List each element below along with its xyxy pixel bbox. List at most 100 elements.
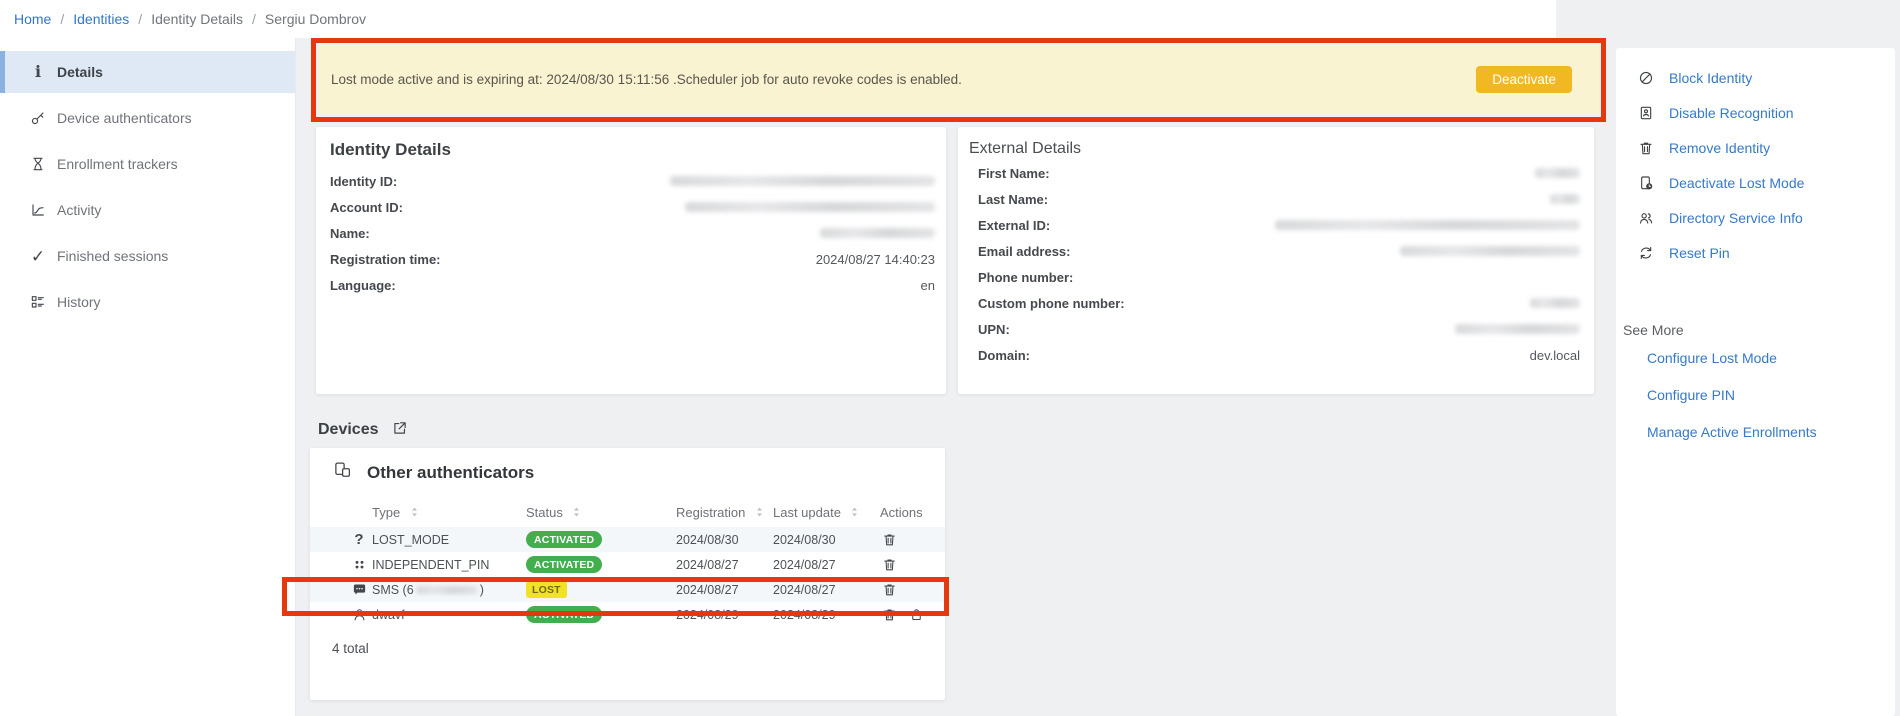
authenticator-type-text: INDEPENDENT_PIN (372, 558, 489, 572)
authenticator-status-cell: ACTIVATED (526, 556, 676, 573)
key-icon (29, 109, 47, 127)
field-label: Name: (330, 226, 370, 241)
sidebar-item-details[interactable]: iDetails (0, 51, 295, 93)
see-more-link-manage-active-enrollments[interactable]: Manage Active Enrollments (1616, 424, 1895, 440)
authenticator-actions (880, 531, 931, 549)
breadcrumb-item-home[interactable]: Home (14, 11, 51, 27)
column-header-label: Type (372, 505, 400, 520)
sidebar-item-activity[interactable]: Activity (0, 189, 295, 231)
identity-field-account-id: Account ID: (330, 194, 935, 220)
status-badge: LOST (526, 581, 567, 598)
identity-actions-panel: Block IdentityDisable RecognitionRemove … (1616, 48, 1895, 716)
authenticator-row-independent-pin[interactable]: INDEPENDENT_PIN ACTIVATED 2024/08/272024/0… (310, 552, 945, 577)
trash-icon (1637, 139, 1655, 157)
block-icon (1637, 69, 1655, 87)
sidebar-nav: iDetailsDevice authenticators Enrollment … (0, 51, 295, 323)
lock-icon[interactable] (907, 606, 925, 624)
see-more-links: Configure Lost Mode Configure PIN Manage A… (1616, 350, 1895, 440)
redacted-value (1400, 246, 1580, 256)
sidebar-item-enrollment-trackers[interactable]: Enrollment trackers (0, 143, 295, 185)
authenticators-table-header: Type Status RegistrationLast updateActions (310, 497, 945, 527)
identity-details-title: Identity Details (330, 140, 935, 160)
field-value: en (921, 278, 935, 293)
sidebar-item-device-authenticators[interactable]: Device authenticators (0, 97, 295, 139)
field-label: First Name: (978, 166, 1050, 181)
column-header-status[interactable]: Status (526, 503, 676, 521)
phone-clock-icon (1637, 174, 1655, 192)
sidebar-item-label: Finished sessions (57, 248, 168, 264)
sidebar-item-label: Activity (57, 202, 101, 218)
redacted-value (416, 586, 478, 594)
field-value: dev.local (1530, 348, 1580, 363)
redacted-value (1275, 220, 1580, 230)
authenticator-last-update-date: 2024/08/27 (773, 558, 880, 572)
hourglass-icon (29, 155, 47, 173)
column-header-registration[interactable]: Registration (676, 503, 773, 521)
field-label: Custom phone number: (978, 296, 1125, 311)
see-more-link-configure-lost-mode[interactable]: Configure Lost Mode (1616, 350, 1895, 366)
field-label: Identity ID: (330, 174, 397, 189)
action-link-label: Reset Pin (1669, 245, 1730, 261)
see-more-link-configure-pin[interactable]: Configure PIN (1616, 387, 1895, 403)
trash-icon[interactable] (880, 531, 898, 549)
left-sidebar: iDetailsDevice authenticators Enrollment … (0, 38, 296, 716)
external-link-icon[interactable] (391, 419, 409, 437)
authenticator-status-cell: ACTIVATED (526, 606, 676, 623)
action-link-disable-recognition[interactable]: Disable Recognition (1616, 95, 1895, 130)
column-header-last-update[interactable]: Last update (773, 503, 880, 521)
status-badge: ACTIVATED (526, 556, 602, 573)
lost-mode-banner-message: Lost mode active and is expiring at: 202… (331, 72, 962, 87)
checkmark-icon: ✓ (29, 247, 47, 265)
devices-icon (334, 461, 352, 479)
sort-icon[interactable] (846, 503, 864, 521)
external-field-external-id: External ID: (969, 212, 1580, 238)
sidebar-item-label: Enrollment trackers (57, 156, 178, 172)
authenticator-row-dwavf[interactable]: dwavfACTIVATED2024/08/292024/08/29 (310, 602, 945, 627)
field-label: Registration time: (330, 252, 441, 267)
deactivate-button[interactable]: Deactivate (1476, 66, 1572, 93)
authenticator-registration-date: 2024/08/27 (676, 558, 773, 572)
field-label: Email address: (978, 244, 1071, 259)
other-authenticators-card: Other authenticators TypeStatusRegistrat… (310, 448, 945, 700)
sort-icon[interactable] (405, 503, 423, 521)
sort-icon[interactable] (750, 503, 768, 521)
action-link-reset-pin[interactable]: Reset Pin (1616, 235, 1895, 270)
see-more-heading: See More (1616, 322, 1895, 338)
external-field-email-address: Email address: (969, 238, 1580, 264)
external-details-fields: First Name: Last Name: External ID: Email a… (969, 160, 1580, 368)
history-list-icon (29, 293, 47, 311)
action-link-deactivate-lost-mode[interactable]: Deactivate Lost Mode (1616, 165, 1895, 200)
trash-icon[interactable] (880, 606, 898, 624)
column-header-type[interactable]: Type (372, 503, 526, 521)
sort-icon[interactable] (568, 503, 586, 521)
authenticators-total: 4 total (310, 641, 945, 656)
action-link-remove-identity[interactable]: Remove Identity (1616, 130, 1895, 165)
identity-field-registration-time: Registration time:2024/08/27 14:40:23 (330, 246, 935, 272)
authenticator-row-lost-mode[interactable]: ?LOST_MODEACTIVATED2024/08/302024/08/30 (310, 527, 945, 552)
breadcrumb-item-identities[interactable]: Identities (73, 11, 129, 27)
breadcrumb-item-sergiu-dombrov: Sergiu Dombrov (265, 11, 366, 27)
authenticator-row-sms-6[interactable]: SMS (6)LOST2024/08/272024/08/27 (310, 577, 945, 602)
person-icon (350, 606, 368, 624)
breadcrumb-item-identity-details: Identity Details (151, 11, 243, 27)
authenticator-type-suffix: ) (480, 583, 484, 597)
authenticator-last-update-date: 2024/08/30 (773, 533, 880, 547)
column-header-label: Status (526, 505, 563, 520)
action-link-block-identity[interactable]: Block Identity (1616, 60, 1895, 95)
sidebar-item-finished-sessions[interactable]: ✓ Finished sessions (0, 235, 295, 277)
trash-icon[interactable] (880, 556, 898, 574)
identity-field-language: Language:en (330, 272, 935, 298)
external-field-first-name: First Name: (969, 160, 1580, 186)
authenticator-registration-date: 2024/08/29 (676, 608, 773, 622)
field-label: Last Name: (978, 192, 1048, 207)
column-header-actions: Actions (880, 505, 931, 520)
identity-details-card: Identity Details Identity ID: Account ID:… (316, 127, 946, 394)
status-badge: ACTIVATED (526, 606, 602, 623)
action-link-label: Deactivate Lost Mode (1669, 175, 1804, 191)
trash-icon[interactable] (880, 581, 898, 599)
sidebar-item-history[interactable]: History (0, 281, 295, 323)
redacted-value (1530, 298, 1580, 308)
authenticator-registration-date: 2024/08/27 (676, 583, 773, 597)
action-link-directory-service-info[interactable]: Directory Service Info (1616, 200, 1895, 235)
breadcrumb-separator: / (252, 11, 256, 27)
